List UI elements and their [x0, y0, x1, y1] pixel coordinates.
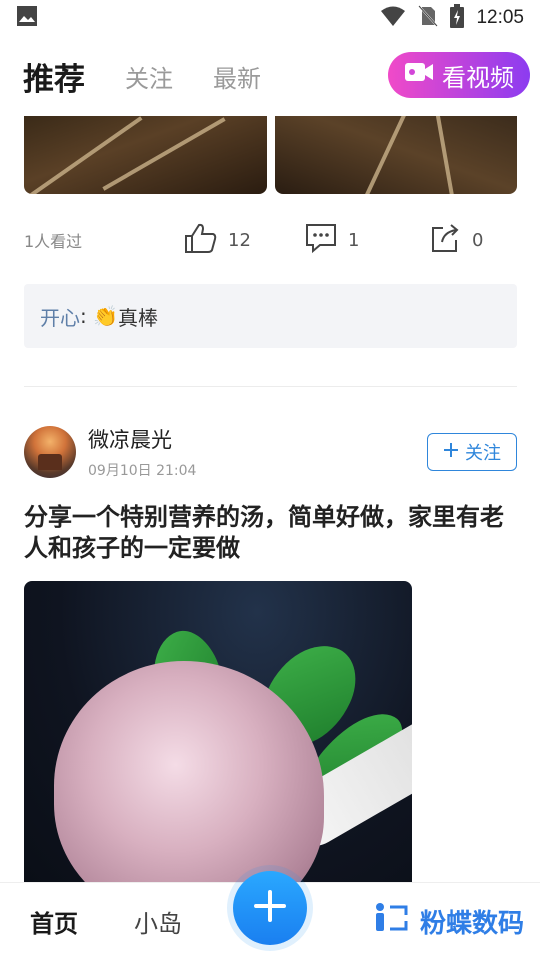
status-time: 12:05: [476, 7, 524, 28]
view-count: 1人看过: [24, 232, 83, 251]
status-bar: 12:05: [0, 0, 540, 36]
plus-icon: [253, 889, 287, 927]
follow-button[interactable]: 关注: [427, 433, 517, 471]
comment-author[interactable]: 开心: [40, 302, 80, 331]
watch-video-label: 看视频: [442, 63, 514, 92]
watermark-logo-icon: [372, 901, 412, 942]
post-divider: [24, 386, 517, 387]
share-count: 0: [472, 229, 484, 251]
video-camera-icon: [404, 61, 434, 89]
nav-island[interactable]: 小岛: [134, 904, 182, 939]
feed[interactable]: 1人看过 12 1 0 开心 : 👏 真棒 微凉晨光 09月10日 21:04 …: [0, 116, 540, 882]
tab-label: 最新: [213, 64, 261, 93]
app-screen: 12:05 推荐 关注 最新 看视频 1人看过 12 1 0 开心: 👏 真棒…: [0, 0, 540, 960]
nav-home[interactable]: 首页: [30, 904, 78, 939]
post-image[interactable]: [24, 581, 412, 882]
tab-recommend[interactable]: 推荐: [23, 54, 85, 121]
bottom-navigation: 首页 小岛 粉蝶数码: [0, 871, 540, 960]
comment-text: 真棒: [118, 305, 159, 330]
post-header: 微凉晨光 09月10日 21:04 关注: [24, 422, 517, 482]
share-icon: [430, 222, 462, 259]
thumbs-up-icon: [184, 222, 218, 259]
comment-button[interactable]: 1: [304, 222, 430, 259]
author-name[interactable]: 微凉晨光: [88, 424, 196, 454]
clapping-hands-icon: 👏: [93, 304, 119, 328]
previous-post-photos: [24, 116, 517, 194]
like-count: 12: [228, 229, 251, 251]
post-title[interactable]: 分享一个特别营养的汤，简单好做，家里有老人和孩子的一定要做: [24, 502, 520, 564]
comment-preview[interactable]: 开心 : 👏 真棒: [24, 284, 517, 348]
comment-count: 1: [348, 229, 360, 251]
post-photo[interactable]: [24, 116, 267, 194]
follow-label: 关注: [465, 443, 501, 464]
battery-charging-icon: [450, 4, 465, 32]
watermark: 粉蝶数码: [372, 901, 524, 942]
comment-icon: [304, 222, 338, 259]
image-icon: [16, 5, 38, 31]
author-info: 微凉晨光 09月10日 21:04: [88, 424, 196, 480]
plus-icon: [443, 442, 459, 463]
comment-separator: :: [80, 304, 94, 328]
top-navigation: 推荐 关注 最新 看视频: [0, 36, 540, 121]
post-time: 09月10日 21:04: [88, 463, 197, 479]
tab-label: 推荐: [23, 61, 85, 98]
watch-video-button[interactable]: 看视频: [388, 52, 530, 98]
avatar[interactable]: [24, 426, 76, 478]
wifi-icon: [380, 5, 406, 31]
tab-latest[interactable]: 最新: [213, 59, 261, 94]
tab-following[interactable]: 关注: [125, 59, 173, 94]
tab-label: 关注: [125, 64, 173, 93]
post-photo[interactable]: [274, 116, 517, 194]
no-sim-icon: [418, 5, 439, 31]
watermark-text: 粉蝶数码: [419, 909, 524, 939]
add-post-button[interactable]: [233, 871, 307, 945]
share-button[interactable]: 0: [430, 222, 483, 259]
like-button[interactable]: 12: [184, 222, 304, 259]
post-stats-bar: 1人看过 12 1 0: [24, 216, 517, 264]
